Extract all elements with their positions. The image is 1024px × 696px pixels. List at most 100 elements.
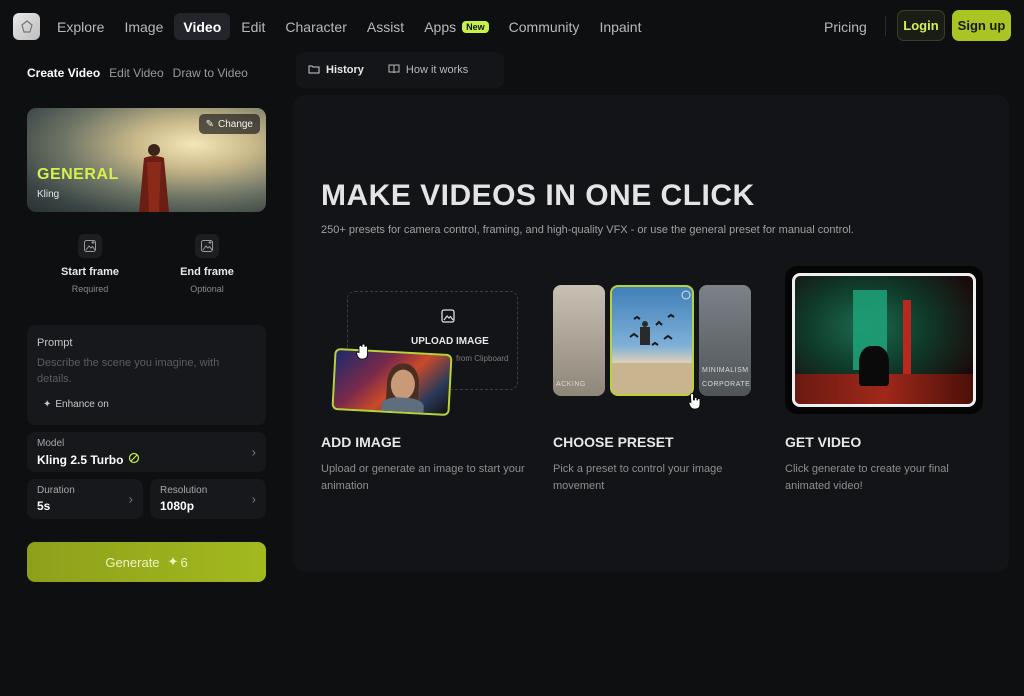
- image-add-icon: [78, 234, 102, 258]
- model-label: Model: [37, 438, 65, 449]
- tab-draw-to-video[interactable]: Draw to Video: [173, 66, 248, 80]
- nav-divider: [885, 16, 886, 36]
- model-selector[interactable]: Model Kling 2.5 Turbo ›: [27, 432, 266, 472]
- kling-logo-icon: [128, 452, 140, 467]
- prompt-placeholder: Describe the scene you imagine, with det…: [37, 357, 220, 385]
- enhance-toggle[interactable]: ✦ Enhance on: [43, 399, 109, 410]
- nav-image-label: Image: [124, 18, 164, 35]
- duration-selector[interactable]: Duration 5s ›: [27, 479, 143, 519]
- nav-assist[interactable]: Assist: [358, 13, 413, 40]
- preset-left-label: ACKING: [556, 381, 586, 388]
- history-tabs: History How it works: [296, 52, 504, 88]
- resolution-label: Resolution: [160, 485, 208, 496]
- model-value: Kling 2.5 Turbo: [37, 452, 124, 467]
- nav-community-label: Community: [508, 18, 580, 35]
- how-it-works-panel: MAKE VIDEOS IN ONE CLICK 250+ presets fo…: [293, 95, 1009, 572]
- tab-history[interactable]: History: [296, 64, 376, 77]
- page-title: MAKE VIDEOS IN ONE CLICK: [321, 179, 755, 212]
- preset-carousel-illustration: ACKING MINIMALISM CORPORATE: [553, 285, 751, 397]
- nav-edit-label: Edit: [241, 18, 266, 35]
- portrait-body: [381, 396, 425, 417]
- image-add-icon: [195, 234, 219, 258]
- nav-image[interactable]: Image: [115, 13, 172, 40]
- preset-card[interactable]: ✎ Change GENERAL Kling: [27, 108, 266, 212]
- step-get-video: GET VIDEO Click generate to create your …: [785, 434, 995, 495]
- top-navigation: Explore Image Video Edit Character Assis…: [0, 0, 1024, 52]
- change-label: Change: [217, 118, 253, 130]
- duration-value: 5s: [37, 499, 51, 513]
- prompt-field[interactable]: Prompt Describe the scene you imagine, w…: [27, 325, 266, 425]
- page-subtitle: 250+ presets for camera control, framing…: [321, 224, 854, 236]
- pointer-cursor-icon: [688, 393, 701, 410]
- step-choose-preset: CHOOSE PRESET Pick a preset to control y…: [553, 434, 763, 495]
- preset-model: Kling: [37, 189, 60, 200]
- end-frame-sub: Optional: [190, 284, 224, 294]
- chevron-right-icon: ›: [251, 491, 256, 507]
- video-mode-tabs: Create Video Edit Video Draw to Video: [27, 66, 248, 80]
- birds-scene: [612, 290, 692, 394]
- preset-right-label-1: MINIMALISM: [702, 367, 749, 374]
- step-2-text: Pick a preset to control your image move…: [553, 463, 723, 492]
- preset-thumb-left: ACKING: [553, 285, 605, 396]
- image-icon: [441, 309, 455, 323]
- nav-character[interactable]: Character: [276, 13, 355, 40]
- nav-inpaint-label: Inpaint: [599, 18, 642, 35]
- end-frame-title: End frame: [180, 266, 234, 278]
- chevron-right-icon: ›: [128, 491, 133, 507]
- history-label: History: [326, 64, 364, 76]
- pencil-icon: ✎: [205, 118, 214, 130]
- tab-create-video[interactable]: Create Video: [27, 66, 100, 80]
- step-1-title: ADD IMAGE: [321, 434, 402, 450]
- login-button[interactable]: Login: [897, 10, 945, 41]
- nav-assist-label: Assist: [366, 18, 405, 35]
- end-frame[interactable]: End frame Optional: [152, 234, 262, 294]
- result-video-frame: [792, 273, 976, 407]
- nav-video-label: Video: [183, 18, 222, 35]
- nav-inpaint[interactable]: Inpaint: [590, 13, 650, 40]
- step-1-text: Upload or generate an image to start you…: [321, 463, 525, 492]
- nav-edit[interactable]: Edit: [232, 13, 274, 40]
- resolution-selector[interactable]: Resolution 1080p ›: [150, 479, 266, 519]
- step-3-text: Click generate to create your final anim…: [785, 463, 949, 492]
- sample-image-card: [331, 347, 453, 417]
- start-frame-sub: Required: [71, 284, 109, 294]
- generate-cost: 6: [180, 554, 188, 570]
- upload-title: UPLOAD IMAGE: [411, 336, 489, 347]
- generate-button[interactable]: Generate ✦ 6: [27, 542, 266, 582]
- nav-community[interactable]: Community: [500, 13, 589, 40]
- prompt-label: Prompt: [37, 337, 73, 349]
- logo-icon[interactable]: [13, 13, 40, 40]
- new-badge: New: [462, 20, 489, 33]
- nav-apps-label: Apps: [424, 18, 457, 35]
- duration-label: Duration: [37, 485, 75, 496]
- folder-icon: [308, 64, 320, 77]
- person-silhouette: [859, 346, 889, 386]
- tab-edit-video[interactable]: Edit Video: [109, 66, 164, 80]
- create-video-panel: Create Video Edit Video Draw to Video ✎ …: [13, 52, 279, 592]
- start-frame-title: Start frame: [60, 266, 120, 278]
- preset-title: GENERAL: [37, 166, 119, 183]
- step-add-image: ADD IMAGE Upload or generate an image to…: [321, 434, 531, 495]
- monk-figure: [139, 144, 169, 212]
- red-pole: [903, 300, 911, 374]
- change-preset-button[interactable]: ✎ Change: [198, 114, 260, 134]
- generate-label: Generate: [105, 554, 160, 570]
- nav-video[interactable]: Video: [174, 13, 231, 40]
- how-it-works-label: How it works: [405, 64, 469, 76]
- nav-character-label: Character: [285, 18, 347, 35]
- nav-explore-label: Explore: [57, 18, 105, 35]
- sparkle-icon: ✦: [167, 554, 179, 569]
- preset-thumb-selected: [610, 285, 694, 396]
- nav-explore[interactable]: Explore: [48, 13, 113, 40]
- main-nav: Explore Image Video Edit Character Assis…: [48, 13, 650, 40]
- pricing-link[interactable]: Pricing: [824, 19, 867, 35]
- book-icon: [388, 64, 400, 77]
- signup-button[interactable]: Sign up: [952, 10, 1011, 41]
- start-frame[interactable]: Start frame Required: [35, 234, 145, 294]
- preset-thumb-right: MINIMALISM CORPORATE: [699, 285, 751, 396]
- upload-sub: from Clipboard: [456, 354, 509, 363]
- chevron-right-icon: ›: [251, 444, 256, 460]
- nav-apps[interactable]: Apps New: [415, 13, 497, 40]
- step-3-title: GET VIDEO: [785, 434, 862, 450]
- tab-how-it-works[interactable]: How it works: [376, 64, 480, 77]
